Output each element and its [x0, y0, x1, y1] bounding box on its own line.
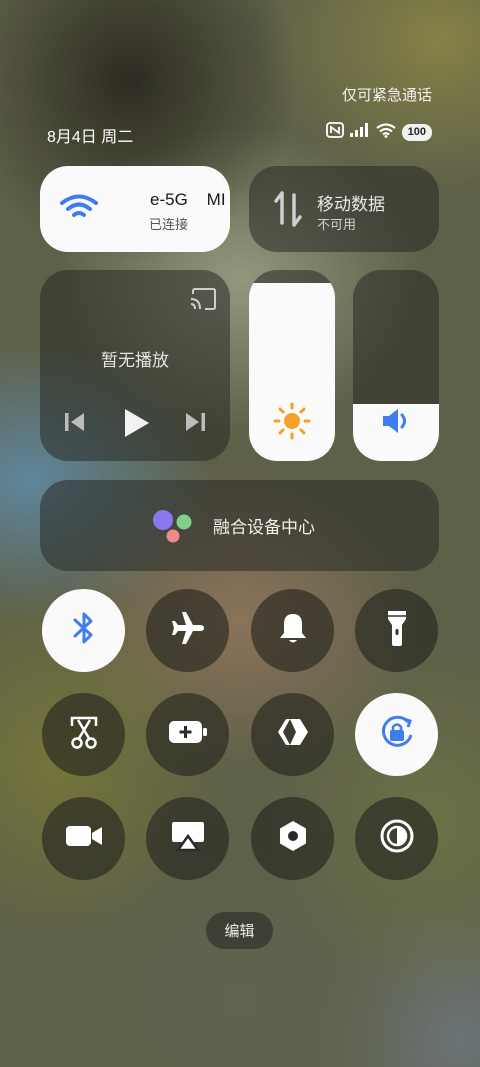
share-toggle[interactable] — [251, 693, 334, 776]
mobile-data-title: 移动数据 — [317, 195, 385, 214]
screen-recorder-toggle[interactable] — [42, 797, 125, 880]
bell-icon — [278, 611, 308, 650]
bluetooth-toggle[interactable] — [42, 589, 125, 672]
status-icons: 100 — [325, 122, 432, 143]
media-player-tile: 暂无播放 — [40, 270, 230, 461]
volume-slider[interactable] — [353, 270, 439, 461]
screen-cast-toggle[interactable] — [146, 797, 229, 880]
battery-saver-toggle[interactable] — [146, 693, 229, 776]
volume-speaker-icon — [353, 406, 439, 441]
emergency-calls-only-text: 仅可紧急通话 — [341, 87, 432, 104]
wifi-tile[interactable]: e-5G MI 已连接 — [40, 166, 230, 252]
share-diamond-icon — [276, 717, 310, 752]
video-camera-icon — [65, 824, 103, 853]
battery-saver-icon — [168, 720, 208, 749]
brightness-sun-icon — [249, 402, 335, 445]
rotation-lock-toggle[interactable] — [355, 693, 438, 776]
bluetooth-icon — [71, 610, 97, 651]
dark-mode-toggle[interactable] — [355, 797, 438, 880]
settings-toggle[interactable] — [251, 797, 334, 880]
fusion-device-center-label: 融合设备中心 — [213, 518, 315, 537]
hexagon-settings-icon — [277, 819, 309, 858]
date-text: 8月4日 周二 — [47, 129, 134, 146]
cast-icon[interactable] — [190, 288, 216, 315]
wifi-ssid: e-5G MI — [150, 190, 226, 209]
fusion-dots-icon — [152, 509, 196, 550]
no-playback-text: 暂无播放 — [101, 351, 169, 370]
mobile-data-icon — [273, 191, 303, 232]
brightness-slider[interactable] — [249, 270, 335, 461]
flashlight-toggle[interactable] — [355, 589, 438, 672]
mobile-data-status: 不可用 — [317, 217, 357, 232]
flashlight-icon — [386, 609, 408, 652]
signal-icon — [349, 123, 370, 142]
screenshot-scissors-icon — [68, 714, 100, 755]
contrast-icon — [380, 819, 414, 858]
ringer-toggle[interactable] — [251, 589, 334, 672]
play-icon[interactable] — [122, 408, 150, 443]
mobile-data-tile[interactable]: 移动数据 不可用 — [249, 166, 439, 252]
next-track-icon[interactable] — [184, 412, 206, 437]
previous-track-icon[interactable] — [64, 412, 86, 437]
rotation-lock-icon — [378, 713, 416, 756]
screenshot-toggle[interactable] — [42, 693, 125, 776]
fusion-device-center-tile[interactable]: 融合设备中心 — [40, 480, 439, 571]
airplane-icon — [170, 610, 206, 651]
airplay-icon — [170, 820, 206, 857]
wifi-status: 已连接 — [149, 217, 189, 232]
nfc-icon — [325, 122, 344, 143]
edit-button[interactable]: 编辑 — [206, 912, 273, 949]
battery-icon: 100 — [401, 124, 432, 141]
airplane-mode-toggle[interactable] — [146, 589, 229, 672]
wifi-status-icon — [375, 122, 396, 143]
